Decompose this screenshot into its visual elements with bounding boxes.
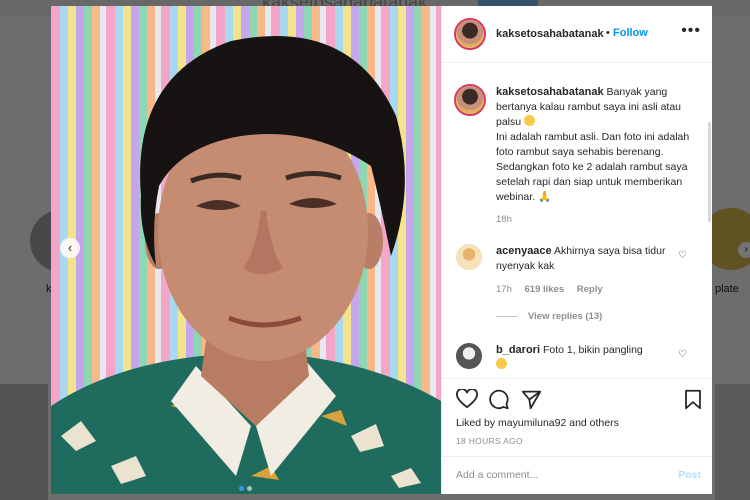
comments-scrollbar[interactable] <box>708 122 711 222</box>
comment-body: Foto 1, bikin pangling <box>542 344 643 356</box>
caption-username[interactable]: kaksetosahabatanak <box>496 86 604 98</box>
caption-avatar[interactable] <box>454 84 486 116</box>
smile-emoji-icon <box>524 115 536 126</box>
post-side-panel: kaksetosahabatanak • Follow ••• kaksetos… <box>441 6 712 494</box>
carousel-dot-active <box>239 486 244 491</box>
comment-reply-button[interactable]: Reply <box>577 284 603 295</box>
portrait-image <box>51 36 441 494</box>
comments-list[interactable]: kaksetosahabatanak Banyak yang bertanya … <box>442 62 712 378</box>
comment-like-heart-icon[interactable]: ♡ <box>678 349 687 360</box>
comment-text: acenyaace Akhirnya saya bisa tidur nyeny… <box>496 244 676 274</box>
view-replies-line <box>496 315 518 317</box>
comment-avatar-b_darori[interactable] <box>456 343 482 369</box>
author-username[interactable]: kaksetosahabatanak <box>496 28 604 40</box>
caption-line2: Ini adalah rambut asli. Dan foto ini ada… <box>496 131 690 203</box>
carousel-dots <box>239 478 255 494</box>
heart-icon[interactable] <box>456 389 478 409</box>
post-photo[interactable]: ‹ <box>51 6 441 494</box>
view-replies[interactable]: View replies (13) <box>496 311 602 322</box>
more-icon[interactable]: ••• <box>681 22 701 40</box>
post-comment-button[interactable]: Post <box>678 469 701 481</box>
chevron-left-icon[interactable]: ‹ <box>60 238 80 258</box>
post-modal: ‹ kaksetosahabatanak • Follow ••• kakset… <box>51 6 712 494</box>
follow-button[interactable]: Follow <box>613 27 648 39</box>
comment-likes[interactable]: 619 likes <box>525 284 565 295</box>
comment-username[interactable]: acenyaace <box>496 245 552 257</box>
header-separator: • <box>606 27 610 39</box>
caption-time[interactable]: 18h <box>496 214 512 225</box>
comment-meta: 17h 619 likes Reply <box>496 284 603 295</box>
author-avatar[interactable] <box>454 18 486 50</box>
add-comment-bar: Add a comment... Post <box>442 456 712 494</box>
comment-time[interactable]: 17h <box>496 284 512 295</box>
liked-by-text[interactable]: Liked by mayumiluna92 and others <box>456 417 619 429</box>
comment-like-heart-icon[interactable]: ♡ <box>678 250 687 261</box>
caption-text: kaksetosahabatanak Banyak yang bertanya … <box>496 85 701 205</box>
post-header: kaksetosahabatanak • Follow ••• <box>442 6 712 63</box>
comment-username[interactable]: b_darori <box>496 344 540 356</box>
carousel-dot <box>247 486 252 491</box>
pray-emoji-icon: 🙏 <box>538 191 552 203</box>
post-timestamp[interactable]: 18 HOURS AGO <box>456 436 523 446</box>
bookmark-icon[interactable] <box>684 389 702 410</box>
grin-emoji-icon <box>496 358 507 369</box>
add-comment-input[interactable]: Add a comment... <box>456 469 538 481</box>
comment-avatar-acenyaace[interactable] <box>456 244 482 270</box>
share-icon[interactable] <box>521 389 542 410</box>
comment-text: b_darori Foto 1, bikin pangling <box>496 343 676 373</box>
post-actions: Liked by mayumiluna92 and others 18 HOUR… <box>442 378 712 457</box>
view-replies-label[interactable]: View replies (13) <box>528 311 602 322</box>
comment-icon[interactable] <box>488 389 510 410</box>
